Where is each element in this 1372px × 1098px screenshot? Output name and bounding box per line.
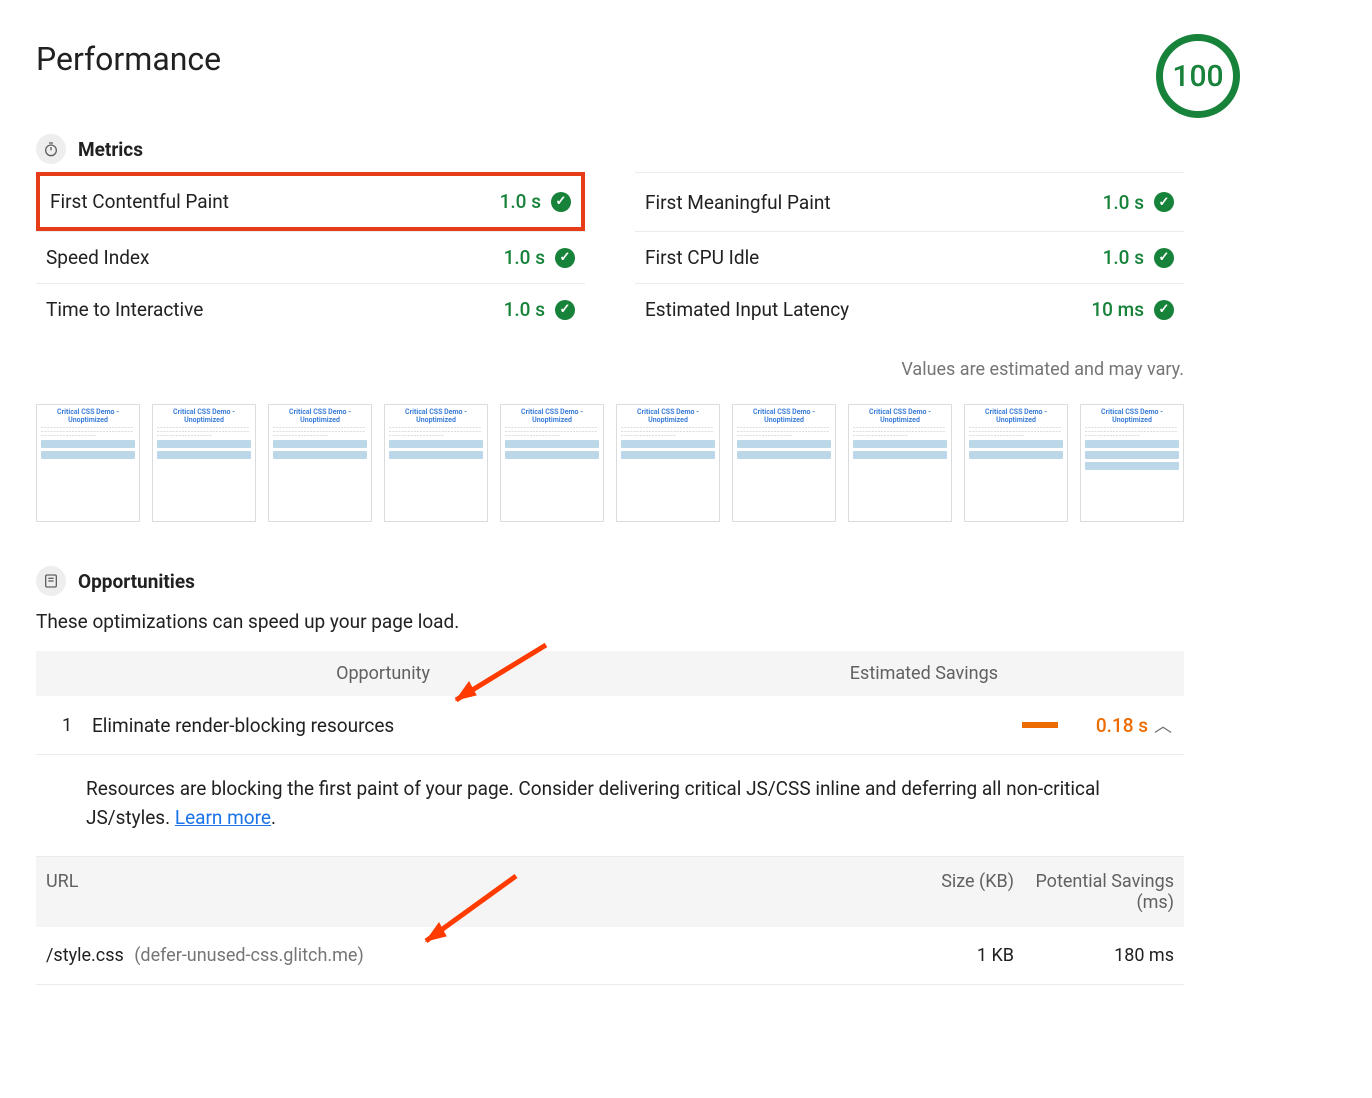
performance-score-gauge: 100 [1156,34,1240,118]
opportunity-row[interactable]: 1 Eliminate render-blocking resources 0.… [36,696,1184,755]
metric-value: 1.0 s [1103,191,1174,214]
metric-name: Time to Interactive [46,298,203,321]
check-icon [1154,248,1174,268]
savings-bar [1022,722,1058,728]
metric-value: 10 ms [1091,298,1174,321]
filmstrip-thumb: Critical CSS Demo - Unoptimized— — — — —… [616,404,720,522]
metric-name: First Meaningful Paint [645,191,831,214]
opportunity-detail: Resources are blocking the first paint o… [36,755,1184,857]
check-icon [1154,300,1174,320]
check-icon [551,192,571,212]
filmstrip-thumb: Critical CSS Demo - Unoptimized— — — — —… [964,404,1068,522]
filmstrip-thumb: Critical CSS Demo - Unoptimized— — — — —… [500,404,604,522]
metrics-disclaimer: Values are estimated and may vary. [36,359,1184,380]
resource-origin: (defer-unused-css.glitch.me) [134,945,363,966]
metric-value: 1.0 s [504,246,575,269]
check-icon [555,300,575,320]
metric-value: 1.0 s [1103,246,1174,269]
filmstrip-thumb: Critical CSS Demo - Unoptimized— — — — —… [732,404,836,522]
metric-value: 1.0 s [504,298,575,321]
metric-name: Estimated Input Latency [645,298,849,321]
resources-header: URL Size (KB) Potential Savings (ms) [36,857,1184,927]
metric-name: First Contentful Paint [50,190,229,213]
metrics-section-title: Metrics [78,138,143,161]
opportunities-description: These optimizations can speed up your pa… [36,610,1184,633]
learn-more-link[interactable]: Learn more [175,806,271,829]
metric-value: 1.0 s [500,190,571,213]
savings-value: 0.18 s [1068,714,1148,737]
metric-row[interactable]: Speed Index 1.0 s [36,231,585,283]
filmstrip-thumb: Critical CSS Demo - Unoptimized— — — — —… [268,404,372,522]
check-icon [1154,192,1174,212]
metric-row[interactable]: Time to Interactive 1.0 s [36,283,585,335]
metric-name: First CPU Idle [645,246,759,269]
col-opportunity: Opportunity [92,663,452,684]
opportunity-name: Eliminate render-blocking resources [92,714,792,737]
col-savings: Estimated Savings [452,663,998,684]
filmstrip: Critical CSS Demo - Unoptimized— — — — —… [36,404,1184,522]
metric-row[interactable]: Estimated Input Latency 10 ms [635,283,1184,335]
filmstrip-thumb: Critical CSS Demo - Unoptimized— — — — —… [1080,404,1184,522]
col-potential: Potential Savings (ms) [1014,871,1174,913]
metric-name: Speed Index [46,246,149,269]
check-icon [555,248,575,268]
opportunities-section-title: Opportunities [78,570,195,593]
resource-path: /style.css [46,945,124,966]
col-url: URL [46,871,874,913]
chevron-up-icon[interactable]: ︿ [1148,712,1178,738]
resource-potential: 180 ms [1014,945,1174,966]
page-title: Performance [36,40,221,78]
resource-size: 1 KB [874,945,1014,966]
opportunity-index: 1 [42,715,92,736]
stopwatch-icon [36,134,66,164]
metric-row[interactable]: First Meaningful Paint 1.0 s [635,172,1184,231]
opportunities-header: Opportunity Estimated Savings [36,651,1184,696]
metric-row[interactable]: First Contentful Paint 1.0 s [36,172,585,231]
col-size: Size (KB) [874,871,1014,913]
filmstrip-thumb: Critical CSS Demo - Unoptimized— — — — —… [36,404,140,522]
resource-row: /style.css (defer-unused-css.glitch.me) … [36,927,1184,985]
performance-score-value: 100 [1172,59,1223,94]
filmstrip-thumb: Critical CSS Demo - Unoptimized— — — — —… [152,404,256,522]
metric-row[interactable]: First CPU Idle 1.0 s [635,231,1184,283]
filmstrip-thumb: Critical CSS Demo - Unoptimized— — — — —… [384,404,488,522]
filmstrip-thumb: Critical CSS Demo - Unoptimized— — — — —… [848,404,952,522]
opportunities-icon [36,566,66,596]
